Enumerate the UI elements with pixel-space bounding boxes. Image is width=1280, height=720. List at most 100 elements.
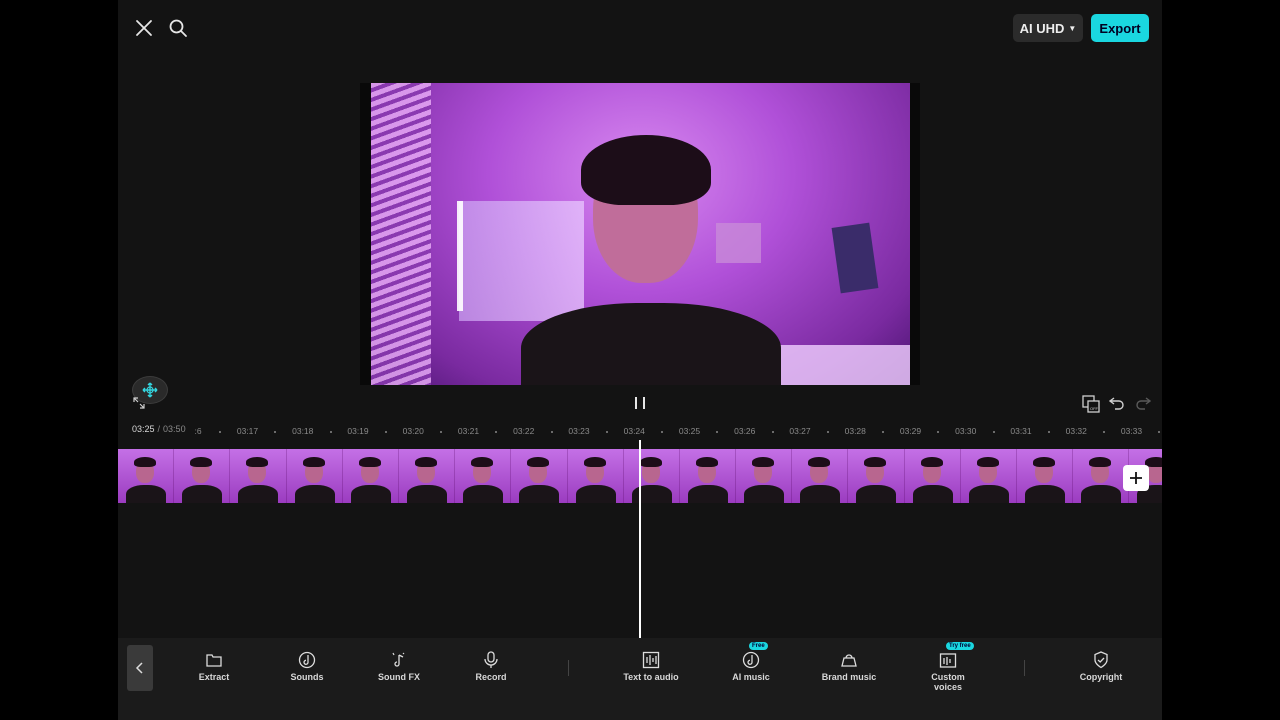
back-chevron-icon[interactable]: [127, 645, 153, 691]
clip-thumbnail: [174, 449, 231, 503]
timeline-tick-dot: [384, 431, 387, 433]
timeline-tick-label: 03:26: [734, 426, 756, 436]
timeline-tick-label: 03:20: [402, 426, 424, 436]
preview-window-blind: [459, 201, 584, 321]
clip-thumbnail: [623, 449, 680, 503]
folder-icon: [204, 650, 224, 670]
clip-thumbnail: [567, 449, 624, 503]
custom-voices-label: Custom voices: [931, 672, 965, 692]
timeline-tick-label: 03:31: [1010, 426, 1032, 436]
timeline-tick-label: 03:32: [1065, 426, 1087, 436]
timeline-tick-dot: [1103, 431, 1105, 433]
clip-thumbnail: [960, 449, 1017, 503]
redo-icon[interactable]: [1134, 394, 1152, 412]
timeline-tick-label: 03:17: [236, 426, 259, 436]
custom-voices-icon: Try free: [938, 642, 974, 670]
timeline-tick-dot: [274, 431, 277, 433]
timeline-tick-label: 03:25: [678, 426, 701, 436]
timeline-tick-label: 03:29: [899, 426, 922, 436]
quality-label: AI UHD: [1019, 20, 1065, 36]
brand-music-icon: [839, 650, 859, 670]
custom-voices-button[interactable]: Try free Custom voices: [908, 642, 988, 692]
clip-thumbnail: [455, 449, 512, 503]
preview-frame: [371, 83, 910, 385]
clip-thumbnail: [511, 449, 568, 503]
clip-thumbnail: [736, 449, 793, 503]
timeline-tick-dot: [771, 431, 774, 433]
timeline-tick-dot: [219, 431, 221, 433]
timeline-tick-label: :6: [194, 426, 202, 436]
preview-bed: [771, 345, 910, 385]
export-button[interactable]: Export: [1091, 14, 1149, 42]
toolbar-divider: [568, 660, 569, 676]
timeline-tick-dot: [937, 431, 940, 433]
clip-thumbnail: [398, 449, 456, 503]
compare-icon[interactable]: OFF: [1081, 394, 1101, 414]
clip-thumbnail: [286, 449, 343, 503]
close-icon[interactable]: [132, 16, 156, 40]
sounds-label: Sounds: [290, 672, 324, 682]
pause-icon[interactable]: [630, 394, 650, 412]
timeline-tick-label: 03:23: [568, 426, 590, 436]
brand-music-label: Brand music: [821, 672, 877, 682]
timeline-tick-label: 03:27: [789, 426, 811, 436]
clip-thumbnail: [1017, 449, 1074, 503]
preview-light-strip: [457, 201, 463, 311]
clip-thumbnail: [118, 449, 175, 503]
ai-music-icon: Free: [741, 642, 768, 670]
clip-thumbnail: [679, 449, 737, 503]
ai-music-button[interactable]: Free AI music: [711, 642, 791, 682]
add-clip-button[interactable]: [1123, 465, 1149, 491]
timeline-tick-dot: [440, 431, 442, 433]
timeline-tick-label: 03:24: [623, 426, 645, 436]
timeline-tick-dot: [992, 431, 995, 433]
timeline-tick-label: 03:21: [457, 426, 480, 436]
preview-closet-doors: [371, 83, 431, 385]
fullscreen-icon[interactable]: [132, 396, 146, 410]
timeline-tick-dot: [661, 431, 663, 433]
timeline-tick-dot: [1158, 431, 1161, 433]
playhead[interactable]: [639, 440, 641, 638]
undo-icon[interactable]: [1108, 394, 1126, 412]
toolbar-divider: [1024, 660, 1025, 676]
extract-button[interactable]: Extract: [174, 650, 254, 682]
timeline-ruler[interactable]: :6 03:17 03:18 03:19 03:20 03:21 03:22 03:23 03:…: [118, 422, 1162, 438]
copyright-label: Copyright: [1079, 672, 1123, 682]
timeline-tick-dot: [605, 431, 608, 433]
record-label: Record: [475, 672, 507, 682]
free-badge: Free: [749, 642, 768, 650]
sound-fx-label: Sound FX: [378, 672, 420, 682]
record-button[interactable]: Record: [451, 650, 531, 682]
sound-fx-button[interactable]: Sound FX: [359, 650, 439, 682]
clip-thumbnail: [1073, 449, 1130, 503]
timeline-tick-dot: [495, 431, 498, 433]
text-to-audio-button[interactable]: Text to audio: [611, 650, 691, 682]
preview-person-body: [521, 303, 781, 385]
clip-thumbnail: [904, 449, 961, 503]
clip-thumbnail: [342, 449, 399, 503]
preview-person-hair: [581, 135, 711, 205]
video-preview[interactable]: [360, 83, 920, 385]
timeline-tick-label: 03:22: [513, 426, 535, 436]
timeline-tick-label: 03:33: [1120, 426, 1143, 436]
clip-thumbnail: [230, 449, 287, 503]
caret-down-icon: ▼: [1068, 23, 1077, 33]
text-to-audio-icon: [641, 650, 661, 670]
editor-window: AI UHD ▼ Export OFF 03:25 / 03:50:6 03:…: [118, 0, 1162, 720]
timeline-tick-dot: [329, 431, 332, 433]
preview-poster: [831, 222, 879, 294]
timeline-tick-label: 03:28: [844, 426, 866, 436]
sounds-button[interactable]: Sounds: [267, 650, 347, 682]
timeline-tick-dot: [826, 431, 829, 433]
preview-wall-photos: [716, 223, 761, 263]
clip-thumbnail: [792, 449, 849, 503]
shield-check-icon: [1091, 650, 1111, 670]
ai-music-label: AI music: [732, 672, 770, 682]
search-icon[interactable]: [166, 16, 190, 40]
brand-music-button[interactable]: Brand music: [809, 650, 889, 682]
music-disc-icon: [297, 650, 317, 670]
svg-text:OFF: OFF: [1090, 406, 1099, 411]
sound-fx-icon: [389, 650, 409, 670]
copyright-button[interactable]: Copyright: [1061, 650, 1141, 682]
quality-dropdown[interactable]: AI UHD ▼: [1013, 14, 1083, 42]
